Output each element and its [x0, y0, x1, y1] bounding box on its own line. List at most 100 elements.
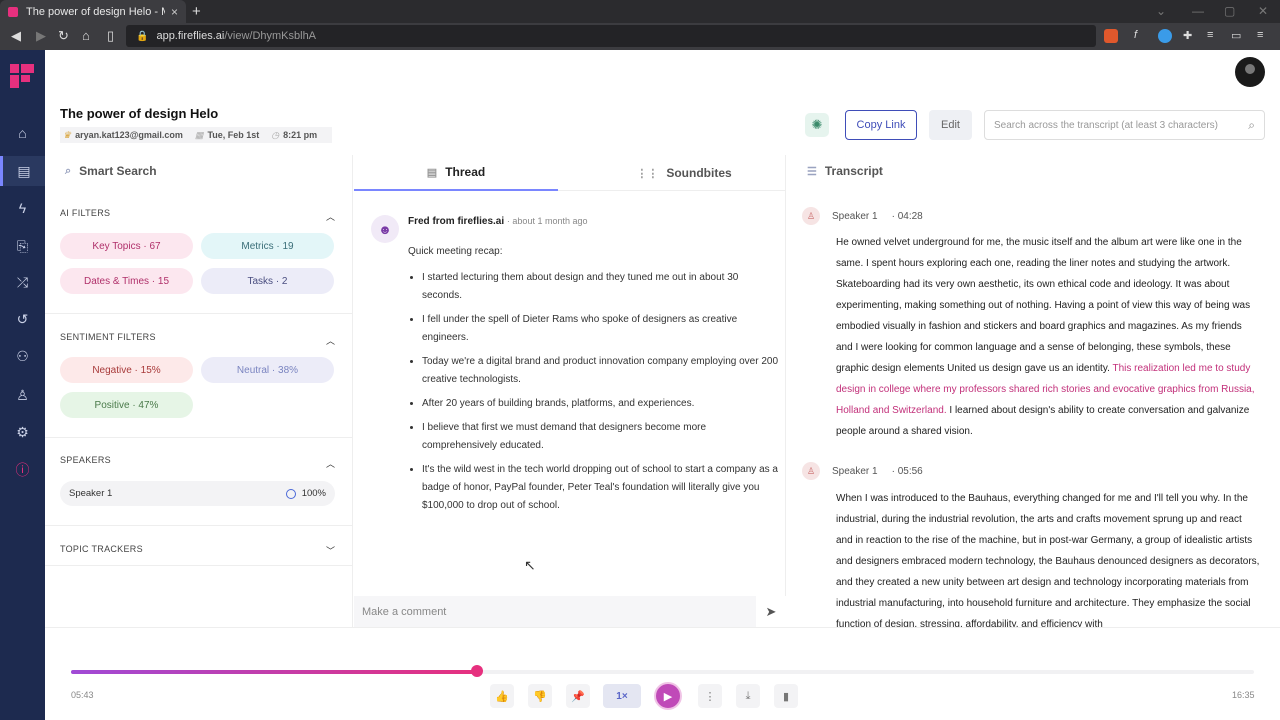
speaker-icon: ♙ [802, 207, 820, 225]
chip-positive[interactable]: Positive · 47% [60, 392, 193, 418]
delete-icon[interactable]: ▮ [774, 684, 798, 708]
user-avatar[interactable] [1235, 57, 1265, 87]
playback-speed-button[interactable]: 1× [603, 684, 641, 708]
chip-dates-times[interactable]: Dates & Times · 15 [60, 268, 193, 294]
transcript-heading: ☰ Transcript [807, 164, 883, 178]
chip-key-topics[interactable]: Key Topics · 67 [60, 233, 193, 259]
browser-tab[interactable]: The power of design Helo - Meet × [0, 0, 186, 23]
meeting-date: Tue, Feb 1st [207, 130, 260, 140]
speaker-percentage: 100% [301, 488, 326, 499]
brave-shield-icon[interactable] [1104, 29, 1118, 43]
new-tab-icon[interactable]: + [192, 3, 201, 20]
recap-list: I started lecturing them about design an… [422, 269, 780, 521]
chip-tasks[interactable]: Tasks · 2 [201, 268, 334, 294]
transcript-paragraph[interactable]: When I was introduced to the Bauhaus, ev… [836, 488, 1261, 627]
browser-menu-icon[interactable]: ≡ [1257, 29, 1271, 43]
topic-trackers-heading: TOPIC TRACKERS [60, 544, 143, 554]
bookmark-icon[interactable]: ▯ [107, 28, 114, 44]
thumbs-down-icon[interactable]: 👎 [528, 684, 552, 708]
chevron-up-icon[interactable]: ︿ [326, 210, 335, 223]
playlist-icon[interactable]: ≡ [1207, 29, 1221, 43]
send-icon[interactable]: ➤ [756, 596, 786, 627]
transcript-search[interactable]: ⌕ [984, 110, 1265, 140]
tab-thread[interactable]: ▤ Thread [354, 155, 558, 191]
close-window-icon[interactable]: ✕ [1258, 4, 1268, 18]
address-bar[interactable]: 🔒 app.fireflies.ai/view/DhymKsblhA [126, 25, 1096, 47]
chevron-down-icon[interactable]: ﹀ [326, 544, 335, 557]
fireflies-logo-icon[interactable] [10, 64, 34, 88]
thumbs-up-icon[interactable]: 👍 [490, 684, 514, 708]
minimize-icon[interactable]: — [1192, 4, 1204, 18]
play-icon[interactable]: ▶ [654, 682, 682, 710]
integrations-nav-icon[interactable]: ⤮ [0, 267, 45, 297]
sentiment-filters-heading: SENTIMENT FILTERS [60, 332, 156, 342]
divider [45, 565, 353, 566]
contacts-nav-icon[interactable]: ♙ [0, 380, 45, 410]
divider [45, 313, 353, 314]
tab-search-icon[interactable]: ⌄ [1156, 4, 1166, 18]
forward-icon[interactable]: ▶ [36, 28, 46, 44]
reload-icon[interactable]: ↻ [58, 28, 69, 44]
thread-panel: ▤ Thread ⋮⋮ Soundbites ☻ Fred from firef… [354, 155, 786, 627]
edit-button[interactable]: Edit [929, 110, 972, 140]
progress-knob[interactable] [471, 665, 483, 677]
waveform-icon[interactable]: ⋮ [698, 684, 722, 708]
analytics-nav-icon[interactable]: ↺ [0, 304, 45, 334]
team-nav-icon[interactable]: ⚇ [0, 341, 45, 371]
back-icon[interactable]: ◀ [11, 28, 21, 44]
settings-nav-icon[interactable]: ⚙ [0, 417, 45, 447]
message-header: Fred from fireflies.ai · about 1 month a… [408, 216, 588, 227]
timestamp[interactable]: 05:56 [898, 466, 923, 477]
ai-assistant-icon[interactable]: ✺ [805, 113, 829, 137]
speaker-filter-row[interactable]: Speaker 1 100% [60, 481, 335, 506]
smart-search-heading: ⌕ Smart Search [65, 164, 157, 178]
smart-search-panel: ⌕ Smart Search AI FILTERS ︿ Key Topics ·… [45, 155, 353, 627]
uploads-nav-icon[interactable]: ⎘ [0, 231, 45, 261]
transcript-text: When I was introduced to the Bauhaus, ev… [836, 493, 1260, 627]
transcript-search-input[interactable] [994, 119, 1249, 131]
chip-neutral[interactable]: Neutral · 38% [201, 357, 334, 383]
soundbites-icon: ⋮⋮ [636, 167, 659, 180]
transcript-text: He owned velvet underground for me, the … [836, 237, 1251, 374]
chevron-up-icon[interactable]: ︿ [326, 334, 335, 347]
copy-link-button[interactable]: Copy Link [845, 110, 917, 140]
extension-blue-icon[interactable] [1158, 29, 1172, 43]
chevron-up-icon[interactable]: ︿ [326, 457, 335, 470]
info-nav-icon[interactable]: ⓘ [0, 455, 45, 485]
notebook-nav-icon[interactable]: ▤ [0, 156, 45, 186]
mouse-cursor-icon: ↖ [524, 557, 536, 573]
fred-bot-avatar: ☻ [371, 215, 399, 243]
extensions-puzzle-icon[interactable]: ✚ [1183, 29, 1197, 43]
sender-name: Fred from fireflies.ai [408, 216, 505, 227]
transcript-paragraph[interactable]: He owned velvet underground for me, the … [836, 232, 1261, 442]
bolt-nav-icon[interactable]: ϟ [0, 193, 45, 223]
comment-input[interactable] [362, 605, 756, 618]
progress-track[interactable] [71, 670, 1254, 674]
recap-item: After 20 years of building brands, platf… [422, 395, 780, 413]
maximize-icon[interactable]: ▢ [1224, 4, 1235, 18]
search-icon[interactable]: ⌕ [1248, 118, 1255, 133]
chip-metrics[interactable]: Metrics · 19 [201, 233, 334, 259]
tab-soundbites[interactable]: ⋮⋮ Soundbites [582, 155, 786, 191]
ai-filters-heading: AI FILTERS [60, 208, 111, 218]
home-icon[interactable]: ⌂ [82, 28, 90, 43]
progress-fill [71, 670, 477, 674]
wallet-icon[interactable]: ▭ [1231, 29, 1245, 43]
current-time: 05:43 [71, 690, 94, 700]
calendar-icon: ▦ [194, 129, 204, 140]
speaker-label: Speaker 1 [832, 465, 878, 477]
download-icon[interactable]: ⤓ [736, 684, 760, 708]
extension-f-icon[interactable]: f [1134, 29, 1148, 43]
timestamp[interactable]: 04:28 [898, 211, 923, 222]
transcript-speaker: ♙ Speaker 1 · 05:56 [802, 462, 923, 480]
close-tab-icon[interactable]: × [171, 5, 178, 19]
message-time: about 1 month ago [512, 216, 588, 226]
chip-negative[interactable]: Negative · 15% [60, 357, 193, 383]
fireflies-favicon-icon [8, 6, 18, 17]
pin-icon[interactable]: 📌 [566, 684, 590, 708]
smart-search-label: Smart Search [79, 164, 157, 178]
thread-icon: ▤ [426, 166, 438, 179]
recap-item: It's the wild west in the tech world dro… [422, 461, 780, 515]
home-nav-icon[interactable]: ⌂ [0, 118, 45, 148]
speaker-icon: ♙ [802, 462, 820, 480]
